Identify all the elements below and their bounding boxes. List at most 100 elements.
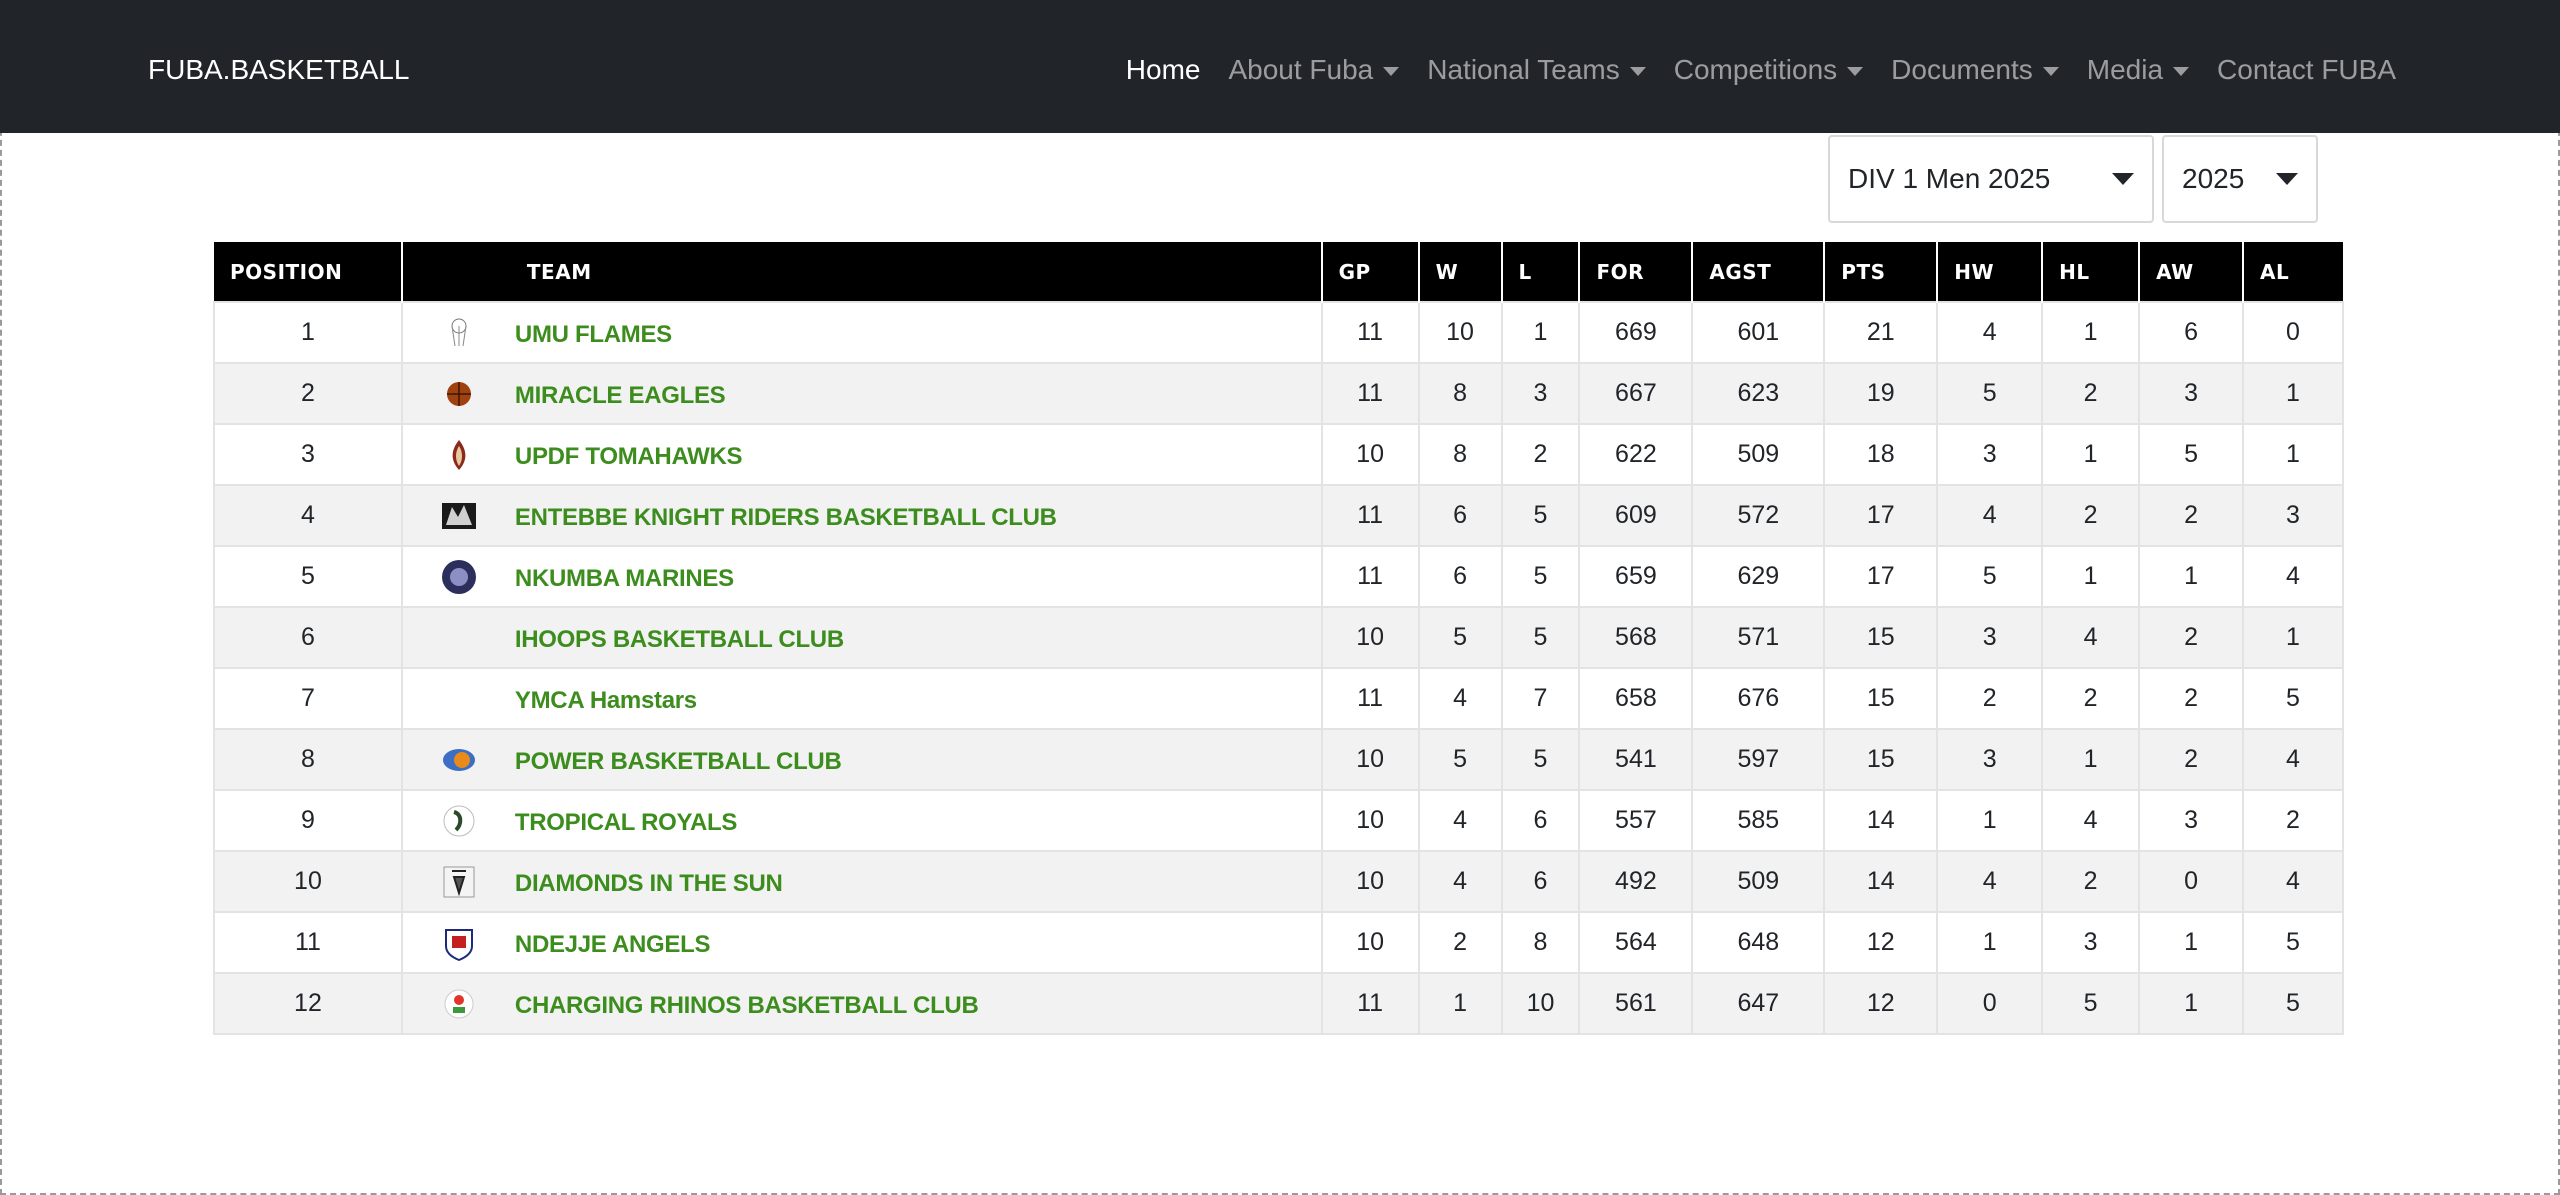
top-navbar: FUBA.BASKETBALL Home About Fuba National T…	[0, 0, 2560, 133]
chevron-down-icon	[2276, 173, 2298, 185]
year-select[interactable]: 2025	[2162, 135, 2318, 223]
al-cell: 5	[2242, 667, 2344, 730]
hw-cell: 4	[1936, 301, 2044, 364]
table-row: 10 DIAMONDS IN THE SUN 10 4 6 492 509 14 4 2 0 4	[213, 850, 2344, 913]
aw-cell: 3	[2138, 789, 2244, 852]
al-cell: 2	[2242, 789, 2344, 852]
team-link[interactable]: NDEJJE ANGELS	[515, 931, 711, 959]
l-cell: 5	[1500, 545, 1581, 608]
w-cell: 6	[1417, 484, 1503, 547]
team-cell: UPDF TOMAHAWKS	[400, 423, 1323, 486]
gp-cell: 10	[1320, 423, 1420, 486]
l-cell: 5	[1500, 728, 1581, 791]
team-link[interactable]: UMU FLAMES	[515, 321, 672, 349]
for-cell: 659	[1578, 545, 1694, 608]
hl-cell: 5	[2041, 972, 2141, 1035]
aw-cell: 2	[2138, 484, 2244, 547]
gp-cell: 11	[1320, 667, 1420, 730]
table-body: 1 UMU FLAMES 11 10 1 669 601 21 4 1 6 0 2 MIRACLE EAG…	[213, 301, 2344, 1035]
table-row: 8 POWER BASKETBALL CLUB 10 5 5 541 597 15 3 1 2 4	[213, 728, 2344, 791]
w-cell: 6	[1417, 545, 1503, 608]
nav-item-competitions[interactable]: Competitions	[1674, 50, 1864, 90]
team-link[interactable]: UPDF TOMAHAWKS	[515, 443, 743, 471]
pts-cell: 12	[1823, 972, 1939, 1035]
hw-cell: 3	[1936, 728, 2044, 791]
aw-cell: 2	[2138, 728, 2244, 791]
team-link[interactable]: MIRACLE EAGLES	[515, 382, 726, 410]
hl-cell: 2	[2041, 362, 2141, 425]
nav-item-about-fuba[interactable]: About Fuba	[1228, 50, 1400, 90]
l-cell: 1	[1500, 301, 1581, 364]
hl-cell: 4	[2041, 606, 2141, 669]
aw-cell: 2	[2138, 667, 2244, 730]
main-nav: Home About Fuba National Teams Competitions…	[1126, 50, 2396, 90]
w-cell: 8	[1417, 423, 1503, 486]
agst-cell: 676	[1691, 667, 1826, 730]
column-header-l: L	[1501, 242, 1581, 302]
team-link[interactable]: IHOOPS BASKETBALL CLUB	[515, 626, 844, 654]
hl-cell: 2	[2041, 484, 2141, 547]
hw-cell: 1	[1936, 911, 2044, 974]
position-cell: 1	[213, 301, 403, 364]
column-header-for: FOR	[1579, 242, 1694, 302]
table-row: 4 ENTEBBE KNIGHT RIDERS BASKETBALL CLUB 11…	[213, 484, 2344, 547]
hw-cell: 3	[1936, 423, 2044, 486]
aw-cell: 1	[2138, 545, 2244, 608]
l-cell: 5	[1500, 606, 1581, 669]
l-cell: 5	[1500, 484, 1581, 547]
w-cell: 5	[1417, 728, 1503, 791]
w-cell: 4	[1417, 667, 1503, 730]
nav-item-label: Contact FUBA	[2217, 54, 2396, 85]
l-cell: 10	[1500, 972, 1581, 1035]
filter-selects: DIV 1 Men 2025 2025	[1828, 135, 2318, 223]
al-cell: 4	[2242, 545, 2344, 608]
hl-cell: 1	[2041, 728, 2141, 791]
team-link[interactable]: DIAMONDS IN THE SUN	[515, 870, 783, 898]
nav-item-media[interactable]: Media	[2087, 50, 2190, 90]
aw-cell: 3	[2138, 362, 2244, 425]
brand-logo-text[interactable]: FUBA.BASKETBALL	[148, 52, 409, 88]
agst-cell: 572	[1691, 484, 1826, 547]
column-header-aw: AW	[2139, 242, 2244, 302]
team-link[interactable]: POWER BASKETBALL CLUB	[515, 748, 842, 776]
agst-cell: 571	[1691, 606, 1826, 669]
team-link[interactable]: TROPICAL ROYALS	[515, 809, 738, 837]
table-row: 6 IHOOPS BASKETBALL CLUB 10 5 5 568 571 15 3 4 2 1	[213, 606, 2344, 669]
l-cell: 8	[1500, 911, 1581, 974]
team-link[interactable]: YMCA Hamstars	[515, 687, 697, 715]
power-basketball-logo	[440, 741, 478, 779]
hw-cell: 3	[1936, 606, 2044, 669]
team-link[interactable]: NKUMBA MARINES	[515, 565, 734, 593]
pts-cell: 19	[1823, 362, 1939, 425]
nav-item-national-teams[interactable]: National Teams	[1427, 50, 1646, 90]
hl-cell: 2	[2041, 667, 2141, 730]
for-cell: 557	[1578, 789, 1694, 852]
al-cell: 1	[2242, 423, 2344, 486]
nav-item-contact-fuba[interactable]: Contact FUBA	[2217, 50, 2396, 90]
position-cell: 4	[213, 484, 403, 547]
w-cell: 8	[1417, 362, 1503, 425]
gp-cell: 11	[1320, 484, 1420, 547]
team-link[interactable]: ENTEBBE KNIGHT RIDERS BASKETBALL CLUB	[515, 504, 1057, 532]
entebbe-knight-riders-logo	[440, 497, 478, 535]
division-select[interactable]: DIV 1 Men 2025	[1828, 135, 2154, 223]
table-row: 5 NKUMBA MARINES 11 6 5 659 629 17 5 1 1 4	[213, 545, 2344, 608]
nav-item-documents[interactable]: Documents	[1891, 50, 2059, 90]
al-cell: 5	[2242, 911, 2344, 974]
table-header-row: POSITION TEAM GP W L FOR AGST PTS HW HL AW AL	[214, 242, 2343, 302]
al-cell: 0	[2242, 301, 2344, 364]
nav-item-home[interactable]: Home	[1126, 50, 1201, 90]
agst-cell: 629	[1691, 545, 1826, 608]
gp-cell: 11	[1320, 972, 1420, 1035]
hw-cell: 4	[1936, 850, 2044, 913]
charging-rhinos-logo	[440, 985, 478, 1023]
miracle-eagles-logo	[440, 375, 478, 413]
pts-cell: 14	[1823, 789, 1939, 852]
aw-cell: 1	[2138, 911, 2244, 974]
pts-cell: 14	[1823, 850, 1939, 913]
team-cell: NDEJJE ANGELS	[400, 911, 1323, 974]
team-link[interactable]: CHARGING RHINOS BASKETBALL CLUB	[515, 992, 979, 1020]
position-cell: 12	[213, 972, 403, 1035]
umu-flames-logo	[440, 314, 478, 352]
gp-cell: 10	[1320, 606, 1420, 669]
